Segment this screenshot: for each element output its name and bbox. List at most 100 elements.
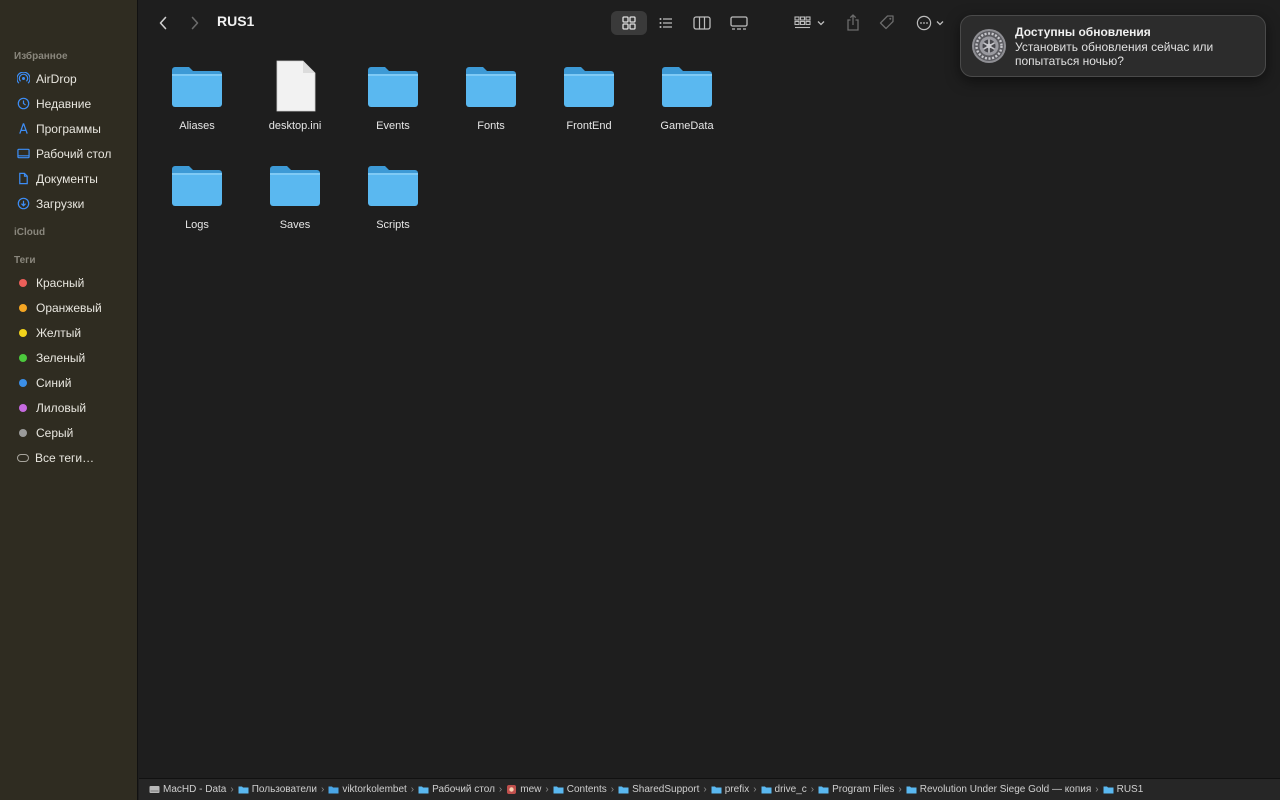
all-tags-icon bbox=[17, 453, 29, 462]
columns-icon bbox=[693, 16, 711, 30]
file-item[interactable]: desktop.ini bbox=[247, 48, 343, 138]
tag-dot-icon bbox=[19, 428, 27, 437]
chevron-down-icon bbox=[936, 21, 944, 26]
tag-blue[interactable]: Синий bbox=[0, 370, 137, 395]
sidebar-item-label: AirDrop bbox=[36, 71, 77, 86]
tag-all-tags[interactable]: Все теги… bbox=[0, 445, 137, 470]
folder-icon bbox=[618, 785, 632, 794]
path-crumb-label: mew bbox=[520, 784, 542, 795]
forward-button[interactable] bbox=[185, 12, 205, 34]
desktop-icon bbox=[16, 147, 30, 161]
chevron-down-icon bbox=[817, 21, 824, 26]
sidebar-item-label: Все теги… bbox=[35, 450, 95, 465]
tag-gray[interactable]: Серый bbox=[0, 420, 137, 445]
sidebar-item-airdrop[interactable]: AirDrop bbox=[0, 66, 137, 91]
folder-icon bbox=[463, 58, 519, 114]
folder-item[interactable]: Logs bbox=[149, 147, 245, 237]
sidebar-item-applications[interactable]: Программы bbox=[0, 116, 137, 141]
item-label: Events bbox=[376, 120, 410, 132]
path-crumb-label: Рабочий стол bbox=[432, 784, 495, 795]
sidebar-item-label: Желтый bbox=[36, 325, 82, 340]
path-crumb[interactable]: prefix bbox=[711, 784, 749, 795]
path-crumb[interactable]: Рабочий стол bbox=[418, 784, 495, 795]
folder-icon bbox=[169, 157, 225, 213]
sidebar-item-desktop[interactable]: Рабочий стол bbox=[0, 141, 137, 166]
sidebar-item-label: Программы bbox=[36, 121, 101, 136]
icon-view-button[interactable] bbox=[611, 11, 647, 35]
sidebar-item-documents[interactable]: Документы bbox=[0, 166, 137, 191]
sidebar-item-label: Зеленый bbox=[36, 350, 86, 365]
path-crumb[interactable]: MacHD - Data bbox=[149, 784, 226, 795]
group-grid-icon bbox=[793, 16, 811, 29]
chevron-right-icon: › bbox=[810, 784, 815, 795]
folder-icon bbox=[169, 58, 225, 114]
item-label: GameData bbox=[660, 120, 714, 132]
folder-icon bbox=[418, 785, 432, 794]
chevron-right-icon: › bbox=[753, 784, 757, 795]
folder-item[interactable]: Saves bbox=[247, 147, 343, 237]
sidebar-item-label: Серый bbox=[36, 425, 74, 440]
tag-green[interactable]: Зеленый bbox=[0, 345, 137, 370]
folder-item[interactable]: Fonts bbox=[443, 48, 539, 138]
folder-icon bbox=[1103, 785, 1117, 794]
path-crumb[interactable]: drive_c bbox=[761, 784, 807, 795]
chevron-right-icon: › bbox=[498, 784, 503, 795]
path-crumb-label: viktorkolembet bbox=[342, 784, 407, 795]
action-menu-button[interactable] bbox=[911, 11, 949, 35]
tag-orange[interactable]: Оранжевый bbox=[0, 295, 137, 320]
sidebar-item-label: Документы bbox=[36, 171, 98, 186]
folder-item[interactable]: GameData bbox=[639, 48, 735, 138]
chevron-right-icon: › bbox=[545, 784, 549, 795]
folder-item[interactable]: Events bbox=[345, 48, 441, 138]
path-crumb[interactable]: Contents bbox=[553, 784, 607, 795]
folder-icon bbox=[659, 58, 715, 114]
tag-dot-icon bbox=[19, 378, 27, 387]
tag-purple[interactable]: Лиловый bbox=[0, 395, 137, 420]
document-icon bbox=[16, 172, 30, 186]
folder-icon bbox=[761, 785, 775, 794]
tag-red[interactable]: Красный bbox=[0, 270, 137, 295]
list-view-button[interactable] bbox=[649, 11, 683, 35]
path-crumb-label: RUS1 bbox=[1116, 784, 1144, 795]
tag-button[interactable] bbox=[875, 11, 899, 35]
tag-dot-icon bbox=[19, 278, 27, 287]
sidebar-section-icloud[interactable]: iCloud bbox=[0, 224, 137, 242]
sidebar: Избранное AirDrop Недавние Программы Раб… bbox=[0, 0, 138, 800]
column-view-button[interactable] bbox=[685, 11, 719, 35]
back-button[interactable] bbox=[153, 12, 173, 34]
path-crumb-label: Program Files bbox=[832, 784, 895, 795]
group-by-button[interactable] bbox=[789, 11, 829, 35]
file-grid: Aliases desktop.ini Events Fonts FrontEn… bbox=[139, 46, 1280, 778]
folder-item[interactable]: Aliases bbox=[149, 48, 245, 138]
chevron-right-icon: › bbox=[230, 784, 234, 795]
path-crumb[interactable]: RUS1 bbox=[1103, 784, 1144, 795]
share-button[interactable] bbox=[841, 11, 865, 35]
path-crumb[interactable]: SharedSupport bbox=[618, 784, 699, 795]
path-crumb-label: Revolution Under Siege Gold — копия bbox=[919, 784, 1092, 795]
chevron-right-icon: › bbox=[610, 784, 615, 795]
window-title: RUS1 bbox=[217, 13, 255, 29]
share-icon bbox=[847, 14, 859, 31]
tag-dot-icon bbox=[19, 303, 27, 312]
gallery-view-button[interactable] bbox=[721, 11, 757, 35]
tag-yellow[interactable]: Желтый bbox=[0, 320, 137, 345]
sidebar-item-downloads[interactable]: Загрузки bbox=[0, 191, 137, 216]
airdrop-icon bbox=[16, 72, 30, 86]
sidebar-item-recents[interactable]: Недавние bbox=[0, 91, 137, 116]
home-folder-icon bbox=[328, 785, 342, 794]
sidebar-item-label: Красный bbox=[36, 275, 85, 290]
path-crumb-label: drive_c bbox=[774, 784, 807, 795]
item-label: Fonts bbox=[477, 120, 505, 132]
path-crumb[interactable]: mew bbox=[506, 784, 541, 795]
folder-icon bbox=[818, 785, 832, 794]
sidebar-item-label: Оранжевый bbox=[36, 300, 102, 315]
path-crumb[interactable]: Program Files bbox=[818, 784, 894, 795]
folder-item[interactable]: FrontEnd bbox=[541, 48, 637, 138]
notification-title: Доступны обновления bbox=[1015, 25, 1151, 39]
item-label: Aliases bbox=[179, 120, 215, 132]
path-crumb[interactable]: Revolution Under Siege Gold — копия bbox=[906, 784, 1092, 795]
folder-item[interactable]: Scripts bbox=[345, 147, 441, 237]
path-crumb[interactable]: Пользователи bbox=[238, 784, 317, 795]
item-label: desktop.ini bbox=[268, 120, 322, 132]
path-crumb[interactable]: viktorkolembet bbox=[328, 784, 407, 795]
